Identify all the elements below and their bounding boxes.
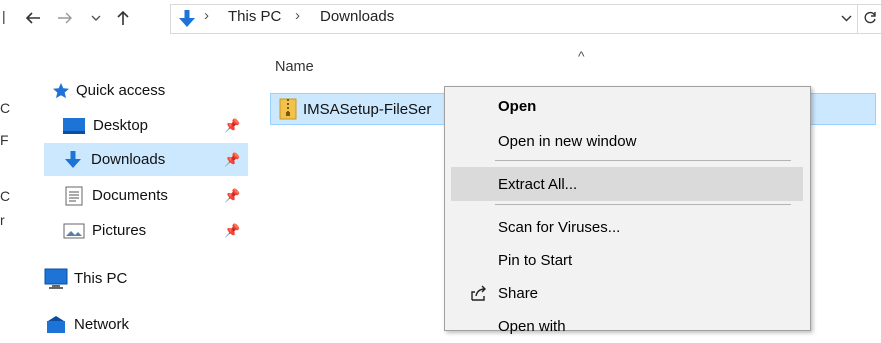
network-icon — [47, 315, 65, 333]
pin-icon[interactable]: 📌 — [224, 118, 240, 134]
zip-folder-icon — [279, 98, 297, 120]
menu-item-label: Scan for Viruses... — [498, 218, 621, 236]
nav-item-documents[interactable]: Documents 📌 — [44, 179, 248, 212]
recent-locations-button[interactable] — [86, 6, 106, 30]
column-header-name[interactable]: Name — [275, 59, 314, 75]
location-icon-wrapper — [176, 9, 198, 34]
nav-item-label: Documents — [92, 187, 168, 204]
pin-icon[interactable]: 📌 — [224, 223, 240, 239]
nav-item-label: Pictures — [92, 222, 147, 239]
recent-chevron-icon — [91, 15, 101, 21]
documents-folder-icon — [65, 186, 83, 205]
refresh-button[interactable] — [860, 6, 880, 30]
menu-item-scan-for-viruses[interactable]: Scan for Viruses... — [451, 210, 803, 244]
nav-item-label: Network — [74, 316, 130, 333]
address-divider — [857, 5, 858, 33]
menu-item-label: Pin to Start — [498, 251, 573, 269]
up-arrow-icon — [117, 10, 129, 25]
nav-item-label: This PC — [74, 270, 128, 287]
nav-item-downloads[interactable]: Downloads 📌 — [44, 143, 248, 176]
forward-button[interactable] — [50, 6, 80, 30]
address-dropdown-button[interactable] — [836, 6, 856, 30]
star-icon — [53, 82, 69, 98]
monitor-icon — [44, 268, 68, 289]
context-menu: Open Open in new window Extract All... S… — [444, 86, 811, 335]
breadcrumb-this-pc[interactable]: This PC — [228, 8, 281, 25]
menu-item-label: Open — [498, 97, 537, 115]
nav-item-quick-access[interactable]: Quick access — [52, 74, 252, 107]
breadcrumb-separator: › — [295, 7, 300, 24]
nav-item-this-pc[interactable]: This PC — [44, 262, 248, 295]
download-arrow-icon — [65, 150, 81, 168]
menu-item-label: Open with — [498, 317, 566, 335]
back-arrow-icon — [25, 12, 40, 24]
desktop-folder-icon — [63, 117, 85, 134]
share-icon — [471, 285, 486, 301]
menu-item-label: Share — [498, 284, 539, 302]
menu-item-open-with[interactable]: Open with — [451, 309, 803, 343]
pin-icon[interactable]: 📌 — [224, 188, 240, 204]
menu-item-label: Extract All... — [498, 175, 578, 193]
background-text-fragment: r — [0, 212, 5, 228]
download-arrow-icon — [179, 10, 195, 27]
nav-item-network[interactable]: Network — [44, 308, 248, 341]
background-text-fragment: F — [0, 132, 9, 148]
dropdown-chevron-icon — [841, 15, 851, 22]
menu-separator — [495, 204, 791, 205]
nav-item-label: Desktop — [93, 117, 149, 134]
breadcrumb-downloads[interactable]: Downloads — [320, 8, 394, 25]
address-bar: | › This PC › Downloads — [0, 0, 881, 38]
pin-icon[interactable]: 📌 — [224, 152, 240, 168]
refresh-icon — [864, 11, 876, 24]
pictures-folder-icon — [63, 223, 85, 238]
nav-item-label: Downloads — [91, 151, 166, 168]
nav-item-label: Quick access — [76, 82, 166, 99]
menu-item-open-in-new-window[interactable]: Open in new window — [451, 124, 803, 158]
forward-arrow-icon — [58, 12, 72, 24]
window-edge-fragment: | — [2, 8, 6, 24]
menu-item-pin-to-start[interactable]: Pin to Start — [451, 243, 803, 277]
breadcrumb-separator: › — [204, 7, 209, 24]
menu-item-label: Open in new window — [498, 132, 637, 150]
file-name[interactable]: IMSASetup-FileSer — [303, 101, 431, 118]
nav-item-desktop[interactable]: Desktop 📌 — [44, 109, 248, 142]
background-text-fragment: C — [0, 188, 11, 204]
menu-item-open[interactable]: Open — [451, 89, 803, 123]
back-button[interactable] — [18, 6, 48, 30]
up-button[interactable] — [110, 6, 136, 30]
sort-ascending-icon: ^ — [578, 48, 585, 64]
menu-item-extract-all[interactable]: Extract All... — [451, 167, 803, 201]
menu-item-share[interactable]: Share — [451, 276, 803, 310]
nav-item-pictures[interactable]: Pictures 📌 — [44, 214, 248, 247]
menu-separator — [495, 160, 791, 161]
background-text-fragment: C — [0, 100, 11, 116]
